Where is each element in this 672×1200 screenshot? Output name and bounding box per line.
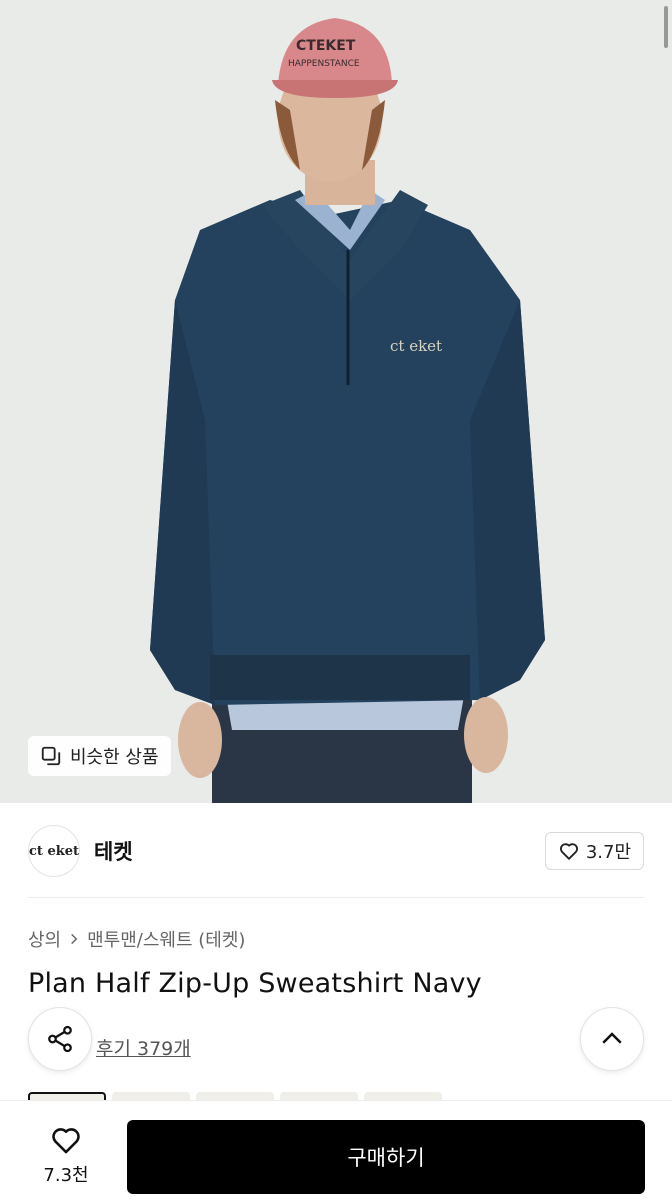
- breadcrumb-subcategory[interactable]: 맨투맨/스웨트 (테켓): [87, 926, 245, 952]
- product-image[interactable]: ct eket CTEKET HAPPENSTANCE 비슷한 상품: [0, 0, 672, 803]
- wishlist-count: 7.3천: [43, 1165, 89, 1186]
- reviews-link[interactable]: 후기 379개: [96, 1034, 191, 1061]
- svg-text:CTEKET: CTEKET: [296, 38, 356, 54]
- brand-logo-text: ct eket: [29, 843, 80, 859]
- scroll-indicator: [664, 6, 668, 48]
- similar-products-button[interactable]: 비슷한 상품: [28, 736, 171, 776]
- purchase-bar: 7.3천 구매하기: [0, 1100, 672, 1200]
- svg-text:ct eket: ct eket: [390, 337, 442, 355]
- share-button[interactable]: [28, 1007, 92, 1071]
- buy-button[interactable]: 구매하기: [127, 1120, 645, 1194]
- similar-products-label: 비슷한 상품: [70, 747, 159, 768]
- brand-like-count: 3.7만: [585, 842, 631, 863]
- breadcrumb: 상의 맨투맨/스웨트 (테켓): [28, 926, 245, 952]
- brand-like-button[interactable]: 3.7만: [544, 832, 644, 870]
- share-icon: [48, 1025, 72, 1053]
- divider: [28, 897, 644, 898]
- svg-text:HAPPENSTANCE: HAPPENSTANCE: [288, 59, 360, 69]
- heart-outline-icon: [52, 1128, 80, 1154]
- product-photo: ct eket CTEKET HAPPENSTANCE: [0, 0, 672, 803]
- scroll-top-button[interactable]: [580, 1007, 644, 1071]
- heart-outline-icon: [559, 843, 578, 860]
- brand-logo[interactable]: ct eket: [28, 825, 80, 877]
- product-title: Plan Half Zip-Up Sweatshirt Navy: [28, 968, 482, 999]
- wishlist-button[interactable]: 7.3천: [28, 1123, 104, 1187]
- similar-items-icon: [41, 746, 61, 766]
- brand-name[interactable]: 테켓: [94, 836, 133, 866]
- chevron-right-icon: [71, 933, 78, 945]
- brand-row: ct eket 테켓 3.7만: [28, 823, 644, 879]
- chevron-up-icon: [602, 1032, 622, 1044]
- breadcrumb-category[interactable]: 상의: [28, 926, 61, 952]
